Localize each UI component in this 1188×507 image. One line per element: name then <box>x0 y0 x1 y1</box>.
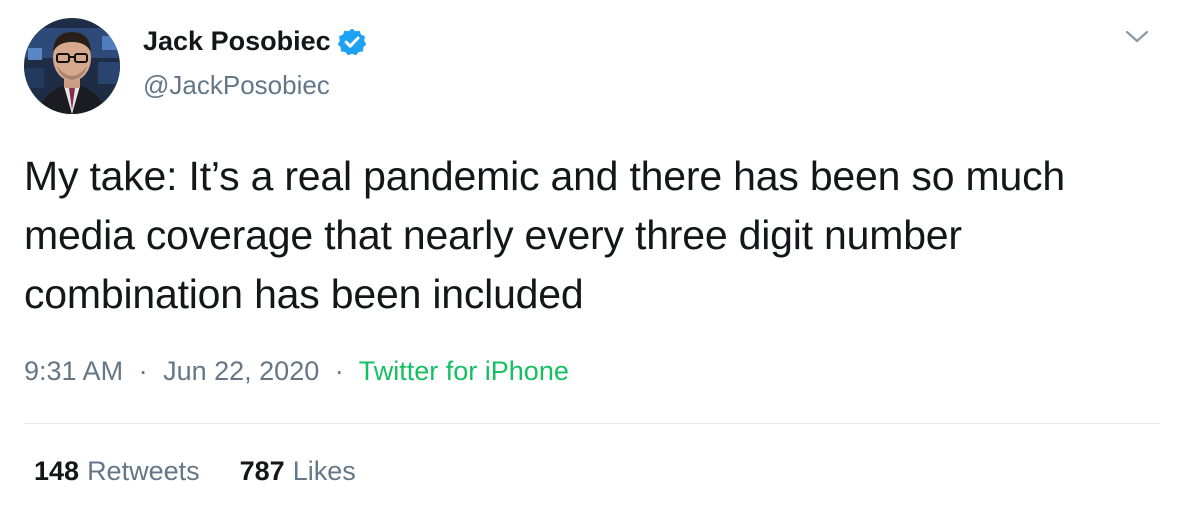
author-handle[interactable]: @JackPosobiec <box>143 70 330 101</box>
verified-badge-icon <box>337 27 367 57</box>
tweet-metadata: 9:31 AM · Jun 22, 2020 · Twitter for iPh… <box>24 356 569 387</box>
avatar-image <box>24 18 120 114</box>
tweet-date[interactable]: Jun 22, 2020 <box>163 356 319 386</box>
author-name-row[interactable]: Jack Posobiec <box>143 26 367 57</box>
likes-stat[interactable]: 787 Likes <box>240 456 356 487</box>
retweets-count: 148 <box>34 456 80 486</box>
author-display-name[interactable]: Jack Posobiec <box>143 26 331 57</box>
meta-separator: · <box>138 356 148 386</box>
retweets-label: Retweets <box>87 456 200 486</box>
engagement-stats: 148 Retweets 787 Likes <box>34 456 356 487</box>
tweet-time[interactable]: 9:31 AM <box>24 356 123 386</box>
retweets-stat[interactable]: 148 Retweets <box>34 456 200 487</box>
chevron-down-icon[interactable] <box>1124 26 1150 46</box>
meta-separator: · <box>334 356 344 386</box>
avatar[interactable] <box>24 18 120 114</box>
likes-count: 787 <box>239 456 285 486</box>
tweet-source-link[interactable]: Twitter for iPhone <box>359 356 569 386</box>
tweet-text: My take: It’s a real pandemic and there … <box>24 153 1065 317</box>
likes-label: Likes <box>292 456 356 486</box>
divider <box>24 423 1160 424</box>
